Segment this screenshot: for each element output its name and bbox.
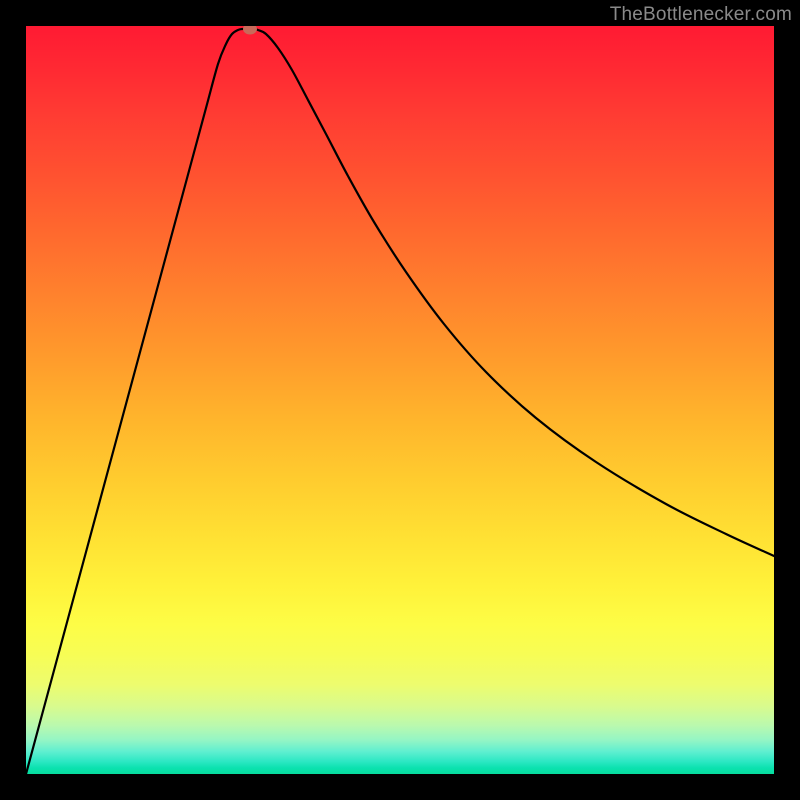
chart-frame: TheBottlenecker.com — [0, 0, 800, 800]
watermark-text: TheBottlenecker.com — [610, 4, 792, 26]
plot-area — [26, 26, 774, 774]
bottleneck-curve — [26, 26, 774, 774]
